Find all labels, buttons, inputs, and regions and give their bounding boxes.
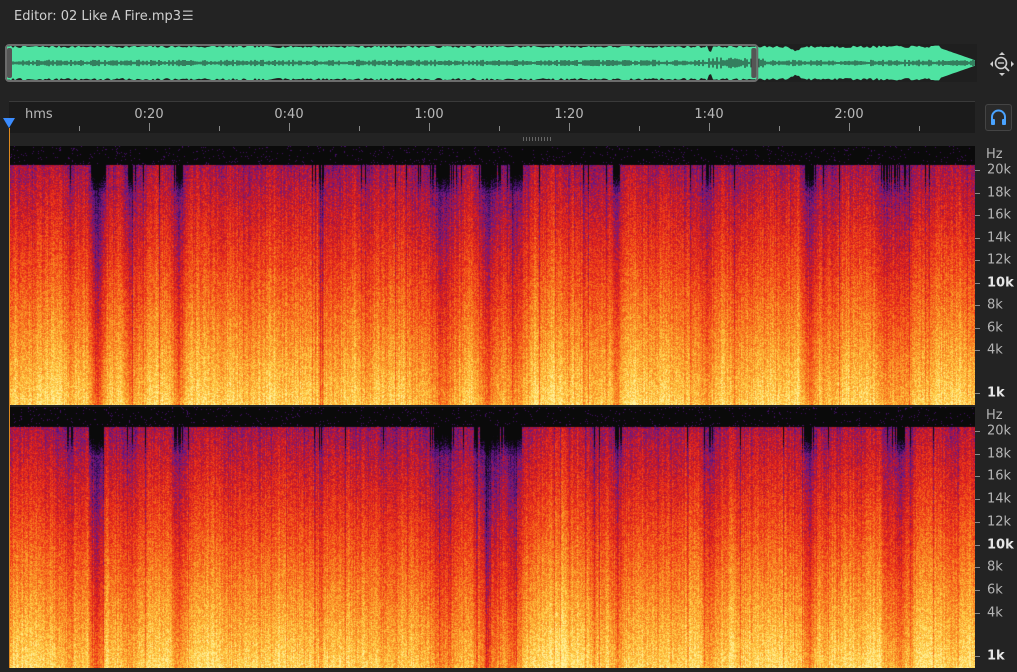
frequency-tick xyxy=(975,431,980,432)
frequency-label: 16k xyxy=(987,468,1012,484)
playhead-line xyxy=(9,128,10,668)
overview-handle-left xyxy=(7,48,12,78)
channel-resize-grip[interactable] xyxy=(523,137,551,141)
time-tick-major xyxy=(709,123,710,131)
time-label: 1:00 xyxy=(414,107,444,122)
headphones-icon xyxy=(991,109,1006,125)
editor-title: Editor: 02 Like A Fire.mp3 xyxy=(14,9,182,24)
playhead-marker[interactable] xyxy=(3,118,15,128)
time-tick-minor xyxy=(639,126,640,131)
frequency-tick xyxy=(975,476,980,478)
time-tick-minor xyxy=(219,126,220,131)
frequency-label: 20k xyxy=(987,162,1012,178)
frequency-label: 20k xyxy=(987,423,1012,439)
frequency-tick xyxy=(975,305,980,306)
time-tick-minor xyxy=(499,126,500,131)
frequency-tick xyxy=(975,499,980,501)
spectral-display-left-channel[interactable] xyxy=(9,146,975,405)
frequency-tick xyxy=(975,260,980,261)
time-tick-major xyxy=(849,123,850,131)
frequency-label: 18k xyxy=(987,185,1012,200)
frequency-label: 4k xyxy=(987,342,1003,358)
frequency-tick xyxy=(975,327,980,329)
hz-unit-label: Hz xyxy=(986,408,1003,423)
time-tick-minor xyxy=(359,126,360,131)
frequency-tick xyxy=(975,544,980,546)
frequency-label: 8k xyxy=(987,297,1003,313)
frequency-label: 6k xyxy=(987,320,1003,335)
frequency-label: 6k xyxy=(987,582,1003,598)
frequency-label: 1k xyxy=(987,385,1005,401)
waveform-editor-panel: Editor: 02 Like A Fire.mp3 ☰ hms 0:20 0:4… xyxy=(0,0,1017,672)
frequency-label: 14k xyxy=(987,491,1012,507)
time-tick-minor xyxy=(79,126,80,131)
time-label: 0:40 xyxy=(274,107,304,122)
frequency-tick xyxy=(975,453,980,455)
time-tick-major xyxy=(149,123,150,131)
time-tick-major xyxy=(429,123,430,131)
frequency-tick xyxy=(975,393,980,394)
frequency-label: 12k xyxy=(987,514,1012,530)
time-label: 0:20 xyxy=(134,107,164,122)
frequency-label: 4k xyxy=(987,605,1003,621)
frequency-label: 16k xyxy=(987,207,1012,223)
time-units-label: hms xyxy=(25,107,53,122)
time-label: 2:00 xyxy=(834,107,864,122)
frequency-tick xyxy=(975,215,980,216)
frequency-label: 10k xyxy=(987,537,1014,552)
frequency-tick xyxy=(975,567,980,569)
frequency-tick xyxy=(975,282,980,284)
time-label: 1:20 xyxy=(554,107,584,122)
hz-unit-label: Hz xyxy=(986,147,1003,162)
frequency-label: 12k xyxy=(987,252,1012,268)
time-tick-minor xyxy=(779,126,780,131)
frequency-tick xyxy=(975,350,980,351)
frequency-tick xyxy=(975,237,980,239)
frequency-tick xyxy=(975,656,980,657)
hamburger-menu-icon[interactable]: ☰ xyxy=(182,9,194,24)
time-tick-major xyxy=(569,123,570,131)
overview-waveform[interactable] xyxy=(5,44,977,82)
headphones-button[interactable] xyxy=(985,104,1012,131)
frequency-label: 14k xyxy=(987,230,1012,245)
frequency-tick xyxy=(975,589,980,591)
time-ruler[interactable]: hms 0:20 0:40 1:00 1:20 1:40 2:00 xyxy=(9,101,975,133)
overview-waveform-graphic xyxy=(5,44,976,82)
frequency-label: 18k xyxy=(987,446,1012,462)
frequency-tick xyxy=(975,192,980,194)
panel-title-bar: Editor: 02 Like A Fire.mp3 ☰ xyxy=(0,0,1017,36)
frequency-label: 1k xyxy=(987,648,1005,664)
frequency-label: 8k xyxy=(987,559,1003,575)
spectral-display-right-channel[interactable] xyxy=(9,407,975,668)
zoom-magnifier-icon[interactable] xyxy=(990,52,1014,76)
frequency-scale-left: Hz 20k 18k 16k 14k 12k 10k 8k 6k 4k 1k xyxy=(975,146,1017,405)
frequency-tick xyxy=(975,170,980,171)
time-tick-minor xyxy=(919,126,920,131)
frequency-scale-right: Hz 20k 18k 16k 14k 12k 10k 8k 6k 4k 1k xyxy=(975,407,1017,668)
overview-handle-right xyxy=(751,48,757,78)
frequency-label: 10k xyxy=(987,275,1014,290)
time-label: 1:40 xyxy=(694,107,724,122)
frequency-tick xyxy=(975,612,980,614)
time-tick-major xyxy=(289,123,290,131)
frequency-tick xyxy=(975,521,980,523)
